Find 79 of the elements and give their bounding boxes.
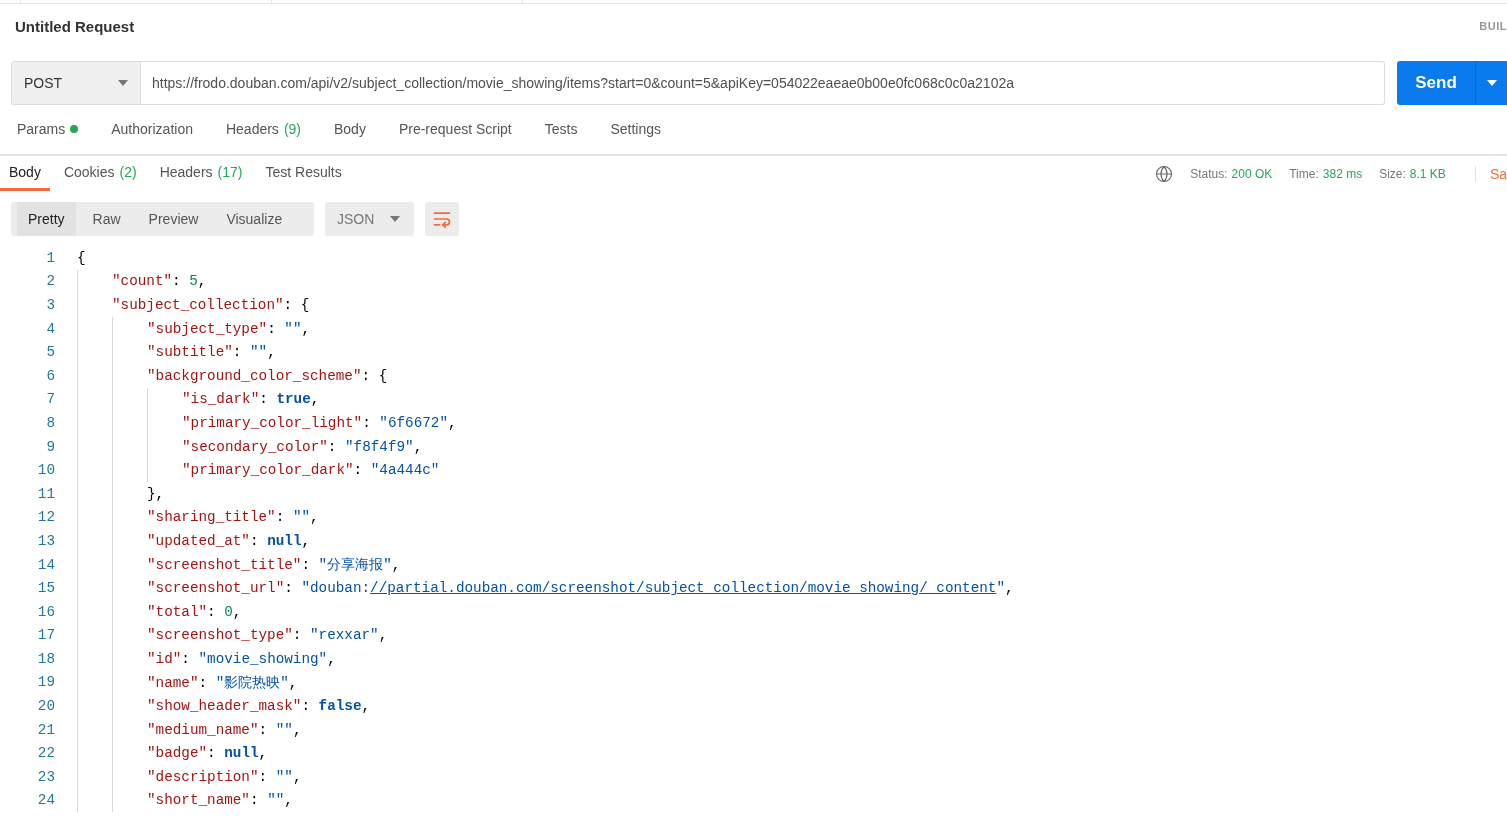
code-line: "secondary_color": "f8f4f9", xyxy=(182,438,423,455)
line-number: 4 xyxy=(45,320,55,337)
code-line: "is_dark": true, xyxy=(182,391,320,408)
link[interactable]: //partial.douban.com/screenshot/subject_collection/movie_showing/_content xyxy=(370,580,997,597)
line-number: 11 xyxy=(36,485,55,502)
line-number: 24 xyxy=(36,792,55,809)
code-line: "subject_collection": { xyxy=(112,297,310,313)
code-line: "badge": null, xyxy=(147,745,268,762)
line-number: 1 xyxy=(45,249,55,266)
caret-icon xyxy=(118,80,128,86)
line-number: 13 xyxy=(36,532,55,549)
wrap-lines-button[interactable] xyxy=(425,202,460,236)
response-meta: Status: 200 OK xyxy=(1190,166,1273,181)
format-select[interactable]: JSON xyxy=(325,202,415,236)
response-tab[interactable]: Headers (17) xyxy=(150,156,252,191)
view-mode-tab[interactable]: Pretty xyxy=(17,202,76,236)
request-tab[interactable]: Authorization xyxy=(111,121,193,139)
code-line: "count": 5, xyxy=(112,273,207,290)
code-line: "screenshot_url": "douban://partial.douban.com/screenshot/subject_collection/movie_showing/_content", xyxy=(147,580,1014,597)
line-number: 6 xyxy=(45,367,55,384)
response-tab[interactable]: Cookies (2) xyxy=(54,156,146,191)
code-line: "medium_name": "", xyxy=(147,721,302,738)
code-line: "sharing_title": "", xyxy=(147,509,319,526)
code-line: "primary_color_dark": "4a444c" xyxy=(182,462,440,479)
line-number: 2 xyxy=(45,273,55,290)
line-number: 10 xyxy=(36,462,55,479)
request-tab[interactable]: Tests xyxy=(544,121,578,139)
line-number: 3 xyxy=(45,297,55,313)
code-line: "subject_type": "", xyxy=(147,320,311,337)
line-number: 16 xyxy=(36,603,55,620)
wrap-text-icon xyxy=(432,209,453,229)
code-line: "show_header_mask": false, xyxy=(147,698,371,715)
response-meta: Time: 382 ms xyxy=(1289,166,1363,181)
caret-icon xyxy=(390,216,401,222)
code-line: "name": "影院热映", xyxy=(147,674,298,692)
code-line: "updated_at": null, xyxy=(147,532,311,549)
code-line: "description": "", xyxy=(147,768,302,785)
line-number: 14 xyxy=(36,556,55,573)
line-number: 23 xyxy=(36,768,55,785)
request-tab[interactable]: Body xyxy=(334,121,366,139)
code-line: "screenshot_type": "rexxar", xyxy=(147,627,388,644)
response-tab[interactable]: Body xyxy=(0,156,50,191)
caret-icon xyxy=(1486,80,1497,86)
code-line: "background_color_scheme": { xyxy=(147,367,388,384)
code-line: { xyxy=(77,249,86,266)
code-line: "id": "movie_showing", xyxy=(147,650,336,667)
code-line: "subtitle": "", xyxy=(147,344,276,361)
request-tab[interactable]: Params xyxy=(17,121,79,139)
line-number: 8 xyxy=(45,414,55,431)
view-mode-tab[interactable]: Preview xyxy=(137,202,210,236)
view-mode-tab[interactable]: Raw xyxy=(81,202,132,236)
request-tab[interactable]: Headers (9) xyxy=(225,121,301,139)
method-select[interactable]: POST xyxy=(11,61,141,105)
send-button[interactable]: Send xyxy=(1397,61,1475,105)
code-line: "short_name": "", xyxy=(147,792,293,809)
line-number: 19 xyxy=(36,674,55,691)
line-number: 20 xyxy=(36,698,55,715)
line-number: 7 xyxy=(45,391,55,408)
globe-icon[interactable] xyxy=(1155,164,1174,183)
request-tab[interactable]: Pre-request Script xyxy=(398,121,512,139)
line-number: 21 xyxy=(36,721,55,738)
line-number: 15 xyxy=(36,580,55,597)
code-line: "primary_color_light": "6f6672", xyxy=(182,414,457,431)
line-number: 12 xyxy=(36,509,55,526)
response-tab[interactable]: Test Results xyxy=(256,156,351,191)
line-number: 9 xyxy=(45,438,55,455)
request-title: Untitled Request xyxy=(15,17,135,35)
request-tab[interactable]: Settings xyxy=(610,121,662,139)
response-meta: Size: 8.1 KB xyxy=(1379,166,1446,181)
send-options-button[interactable] xyxy=(1475,61,1507,105)
line-number: 18 xyxy=(36,650,55,667)
code-line: "total": 0, xyxy=(147,603,242,620)
line-number: 5 xyxy=(45,344,55,361)
line-number: 17 xyxy=(36,627,55,644)
code-line: "screenshot_title": "分享海报", xyxy=(147,556,401,574)
code-line: }, xyxy=(147,485,165,502)
view-mode-tab[interactable]: Visualize xyxy=(215,202,294,236)
line-number: 22 xyxy=(36,745,55,762)
url-field[interactable]: https://frodo.douban.com/api/v2/subject_collection/movie_showing/items?start=0&count=5&apiKey=054022eaeae0b00e0fc068c0c0a2102a xyxy=(141,61,1385,105)
